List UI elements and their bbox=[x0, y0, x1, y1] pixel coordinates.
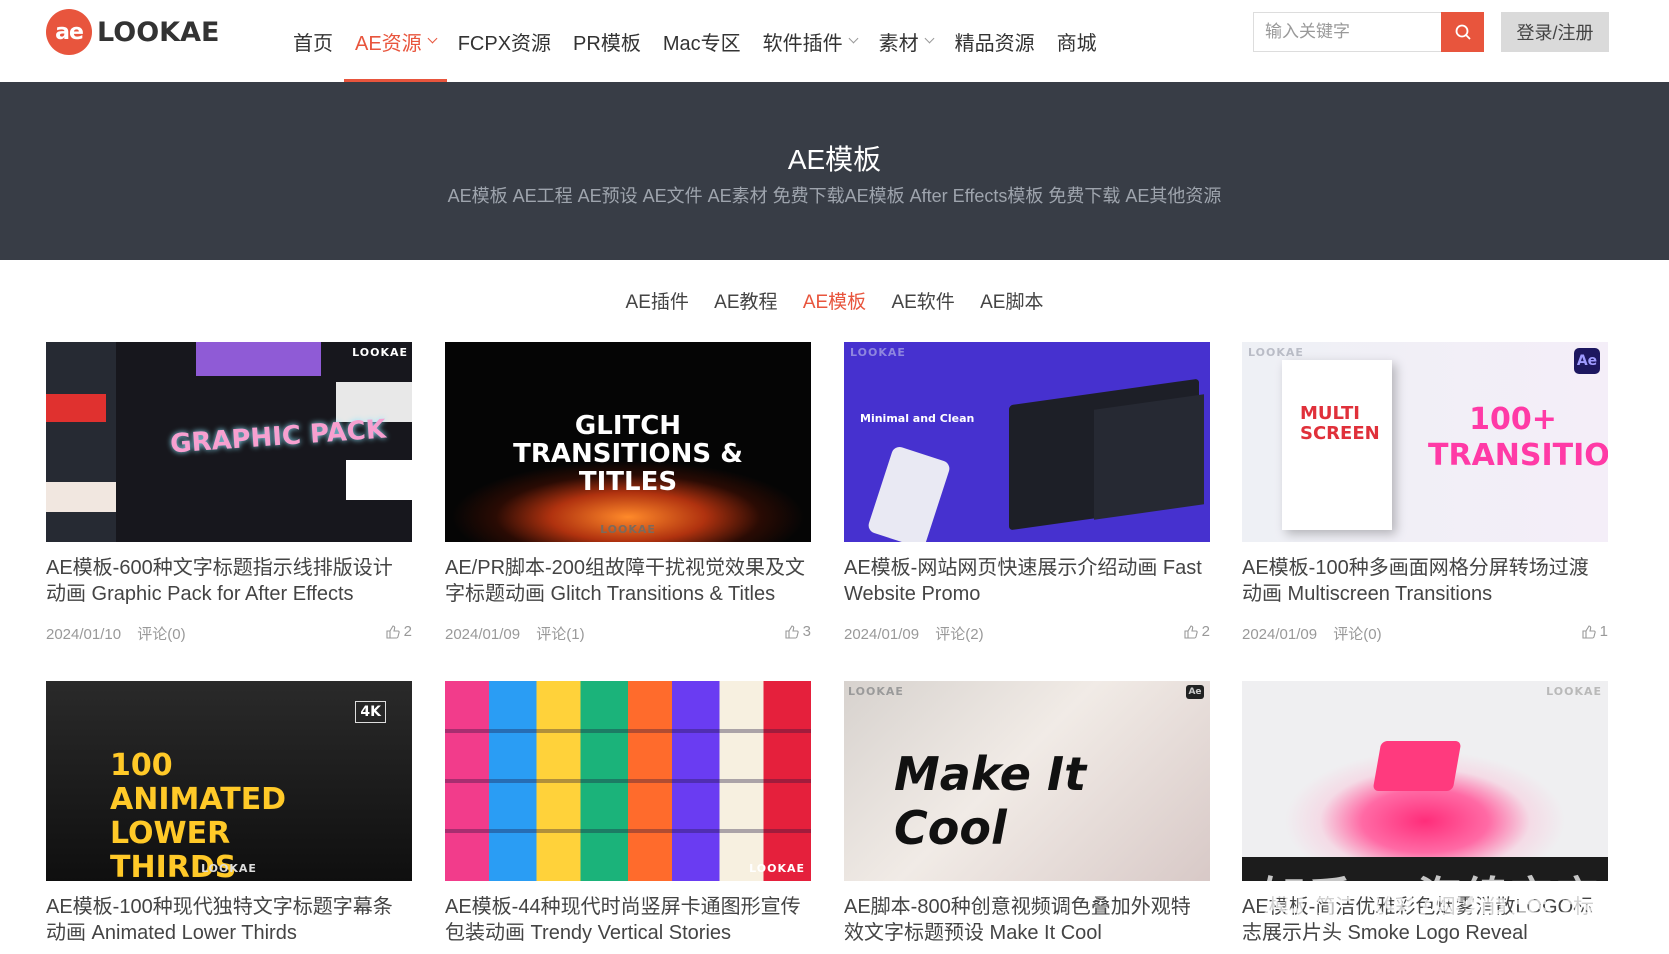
page-subtitle: AE模板 AE工程 AE预设 AE文件 AE素材 免费下载AE模板 After … bbox=[447, 186, 1222, 206]
post-thumbnail[interactable]: MULTISCREEN 100+ TRANSITIONS Ae LOOKAE bbox=[1242, 342, 1608, 542]
post-title[interactable]: AE模板-网站网页快速展示介绍动画 Fast Website Promo bbox=[844, 555, 1210, 607]
post-title[interactable]: AE模板-600种文字标题指示线排版设计动画 Graphic Pack for … bbox=[46, 555, 412, 607]
thumbnail-text: 100+ TRANSITIONS bbox=[1428, 402, 1608, 473]
nav-item-materials[interactable]: 素材 bbox=[868, 0, 944, 82]
thumbnail-text: Minimal and Clean bbox=[860, 412, 975, 425]
post-thumbnail[interactable]: LOOKAE bbox=[1242, 681, 1608, 881]
post-comments[interactable]: 评论(0) bbox=[1333, 626, 1381, 643]
post-thumbnail[interactable]: Make It Cool LOOKAE Ae bbox=[844, 681, 1210, 881]
post-meta: 2024/01/09 评论(1) 3 bbox=[445, 623, 811, 643]
tab-ae-scripts[interactable]: AE脚本 bbox=[980, 287, 1043, 314]
like-count: 2 bbox=[1201, 623, 1210, 640]
logo-mark: ae bbox=[46, 9, 92, 55]
post-title[interactable]: AE模板-44种现代时尚竖屏卡通图形宣传包装动画 Trendy Vertical… bbox=[445, 894, 811, 946]
post-thumbnail[interactable]: GRAPHIC PACK LOOKAE bbox=[46, 342, 412, 542]
post-thumbnail[interactable]: 100 ANIMATED LOWER THIRDS 4K LOOKAE bbox=[46, 681, 412, 881]
post-card[interactable]: Make It Cool LOOKAE Ae AE脚本-800种创意视频调色叠加… bbox=[844, 681, 1210, 946]
nav-item-shop[interactable]: 商城 bbox=[1046, 0, 1108, 82]
thumbs-up-icon bbox=[1582, 624, 1596, 639]
thumbs-up-icon bbox=[785, 624, 799, 639]
tab-ae-software[interactable]: AE软件 bbox=[891, 287, 954, 314]
thumbnail-text: GRAPHIC PACK bbox=[169, 414, 387, 460]
nav-item-ae-resources[interactable]: AE资源 bbox=[344, 0, 447, 82]
search-icon bbox=[1455, 24, 1471, 40]
post-date: 2024/01/09 bbox=[844, 626, 920, 643]
post-meta: 2024/01/09 评论(0) 1 bbox=[1242, 623, 1608, 643]
post-meta: 2024/01/10 评论(0) 2 bbox=[46, 623, 412, 643]
like-count: 3 bbox=[802, 623, 811, 640]
tab-ae-plugins[interactable]: AE插件 bbox=[626, 287, 689, 314]
site-header: ae LOOKAE 首页 AE资源 FCPX资源 PR模板 Mac专区 软件插件… bbox=[0, 0, 1669, 82]
post-card[interactable]: LOOKAE AE模板-44种现代时尚竖屏卡通图形宣传包装动画 Trendy V… bbox=[445, 681, 811, 946]
thumbnail-text: Make It Cool bbox=[894, 747, 1087, 855]
thumbs-up-icon bbox=[1184, 624, 1198, 639]
main-nav: 首页 AE资源 FCPX资源 PR模板 Mac专区 软件插件 素材 精品资源 商… bbox=[282, 0, 1108, 82]
post-date: 2024/01/10 bbox=[46, 626, 122, 643]
nav-item-fcpx[interactable]: FCPX资源 bbox=[447, 0, 562, 82]
post-card[interactable]: 100 ANIMATED LOWER THIRDS 4K LOOKAE AE模板… bbox=[46, 681, 412, 946]
post-card[interactable]: GRAPHIC PACK LOOKAE AE模板-600种文字标题指示线排版设计… bbox=[46, 342, 412, 643]
like-button[interactable]: 1 bbox=[1582, 623, 1608, 640]
post-comments[interactable]: 评论(2) bbox=[935, 626, 983, 643]
post-thumbnail[interactable]: LOOKAE bbox=[445, 681, 811, 881]
post-title[interactable]: AE脚本-800种创意视频调色叠加外观特效文字标题预设 Make It Cool bbox=[844, 894, 1210, 946]
search-button[interactable] bbox=[1441, 12, 1484, 52]
chevron-down-icon bbox=[848, 33, 859, 44]
post-thumbnail[interactable]: Minimal and Clean LOOKAE bbox=[844, 342, 1210, 542]
nav-item-home[interactable]: 首页 bbox=[282, 0, 344, 82]
post-title[interactable]: AE/PR脚本-200组故障干扰视觉效果及文字标题动画 Glitch Trans… bbox=[445, 555, 811, 607]
post-meta: 2024/01/09 评论(2) 2 bbox=[844, 623, 1210, 643]
nav-item-software-plugins[interactable]: 软件插件 bbox=[752, 0, 868, 82]
like-count: 1 bbox=[1599, 623, 1608, 640]
chevron-down-icon bbox=[924, 33, 935, 44]
site-logo[interactable]: ae LOOKAE bbox=[46, 9, 219, 55]
nav-item-pr-templates[interactable]: PR模板 bbox=[562, 0, 652, 82]
tab-ae-templates[interactable]: AE模板 bbox=[803, 287, 866, 314]
post-title[interactable]: AE模板-100种多画面网格分屏转场过渡动画 Multiscreen Trans… bbox=[1242, 555, 1608, 607]
nav-item-premium[interactable]: 精品资源 bbox=[944, 0, 1046, 82]
post-title[interactable]: AE模板-100种现代独特文字标题字幕条动画 Animated Lower Th… bbox=[46, 894, 412, 946]
like-count: 2 bbox=[403, 623, 412, 640]
thumbs-up-icon bbox=[386, 624, 400, 639]
login-register-button[interactable]: 登录/注册 bbox=[1501, 12, 1609, 52]
category-subtabs: AE插件 AE教程 AE模板 AE软件 AE脚本 bbox=[0, 287, 1669, 314]
post-card[interactable]: GLITCH TRANSITIONS & TITLES LOOKAE AE/PR… bbox=[445, 342, 811, 643]
post-date: 2024/01/09 bbox=[1242, 626, 1318, 643]
post-comments[interactable]: 评论(1) bbox=[536, 626, 584, 643]
chevron-down-icon bbox=[427, 33, 438, 44]
page-title: AE模板 bbox=[787, 144, 882, 175]
watermark: 知乎 @海绵宝宝 bbox=[1262, 873, 1602, 924]
like-button[interactable]: 2 bbox=[386, 623, 412, 640]
logo-text: LOOKAE bbox=[97, 16, 220, 48]
post-date: 2024/01/09 bbox=[445, 626, 521, 643]
post-card[interactable]: MULTISCREEN 100+ TRANSITIONS Ae LOOKAE A… bbox=[1242, 342, 1608, 643]
post-card[interactable]: Minimal and Clean LOOKAE AE模板-网站网页快速展示介绍… bbox=[844, 342, 1210, 643]
nav-item-mac[interactable]: Mac专区 bbox=[652, 0, 752, 82]
tab-ae-tutorials[interactable]: AE教程 bbox=[714, 287, 777, 314]
post-thumbnail[interactable]: GLITCH TRANSITIONS & TITLES LOOKAE bbox=[445, 342, 811, 542]
like-button[interactable]: 2 bbox=[1184, 623, 1210, 640]
like-button[interactable]: 3 bbox=[785, 623, 811, 640]
category-banner: AE模板 AE模板 AE工程 AE预设 AE文件 AE素材 免费下载AE模板 A… bbox=[0, 82, 1669, 260]
thumbnail-text: GLITCH TRANSITIONS & TITLES bbox=[513, 411, 743, 497]
post-comments[interactable]: 评论(0) bbox=[137, 626, 185, 643]
